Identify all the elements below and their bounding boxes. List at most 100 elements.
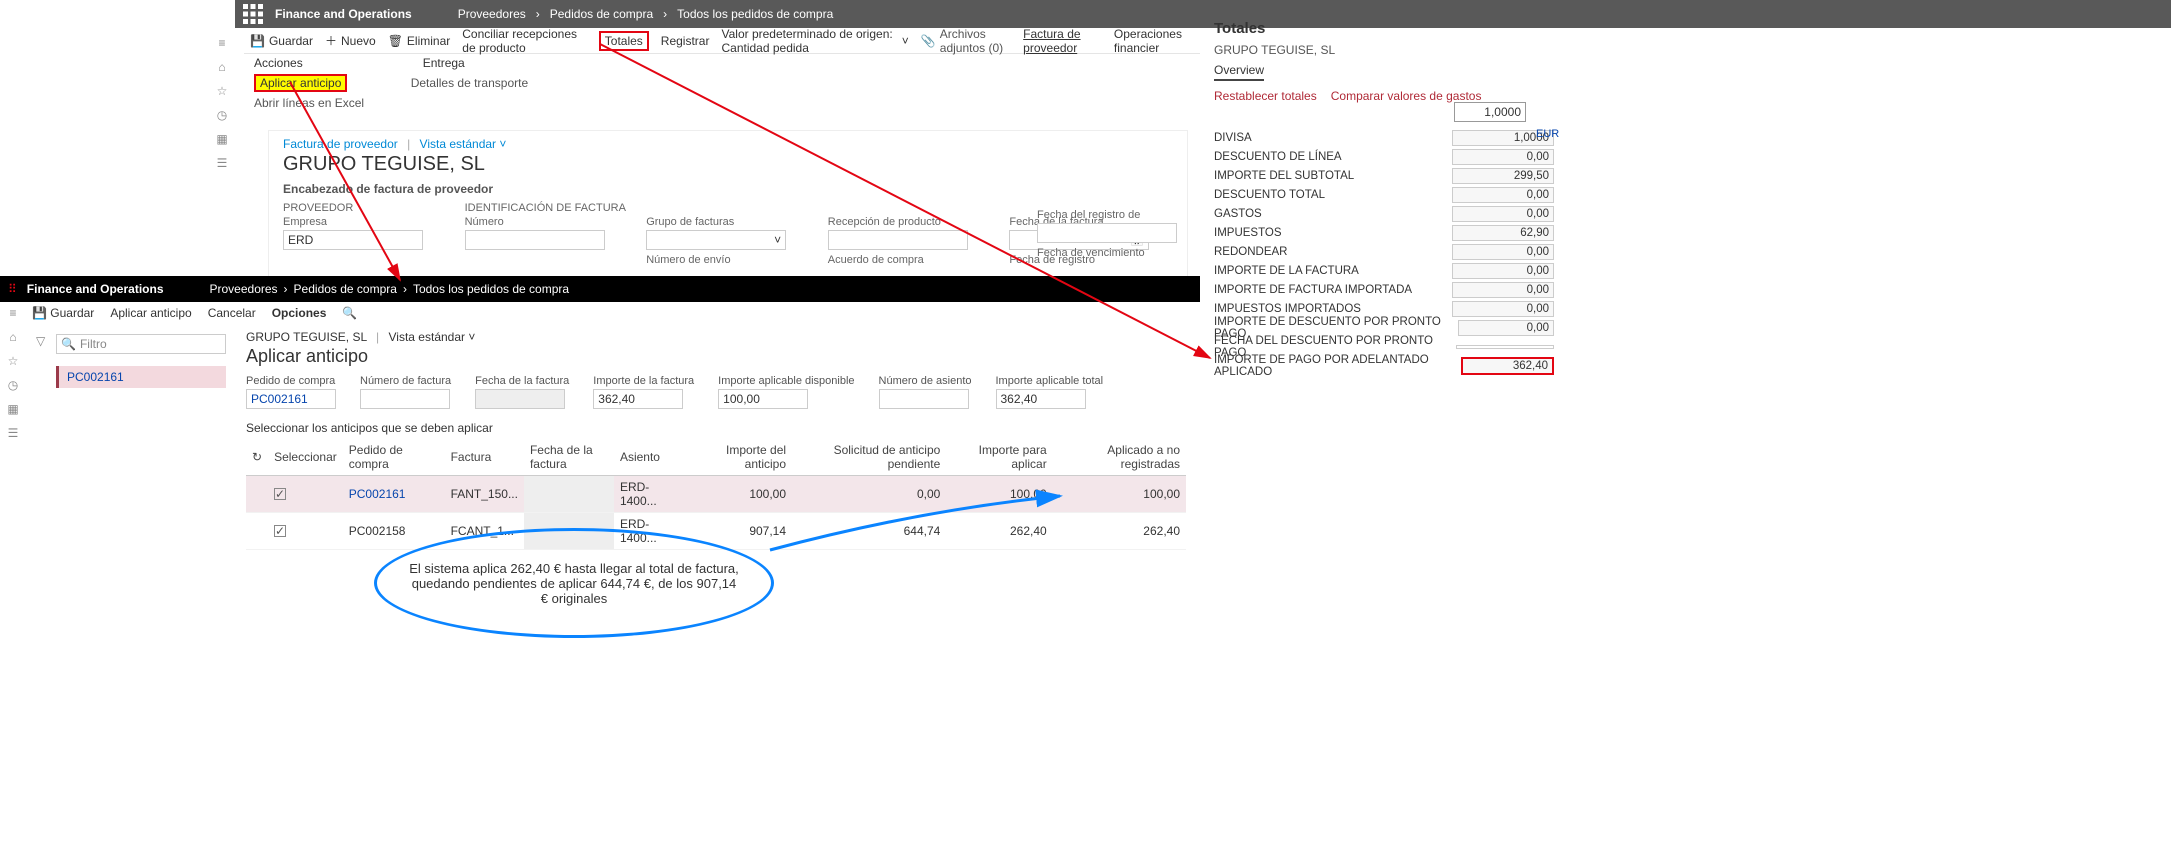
overview-tab[interactable]: Overview [1214, 63, 1264, 81]
chevron-right-icon: › [663, 7, 667, 21]
cell-apply: 100,00 [946, 476, 1052, 513]
number-input[interactable] [465, 230, 605, 250]
currency-link[interactable]: EUR [1536, 128, 1559, 140]
apply-prepayment-link[interactable]: Aplicar anticipo [254, 74, 347, 92]
grid-icon[interactable]: ▦ [216, 132, 227, 146]
filter-icon[interactable]: ▽ [36, 334, 45, 348]
cell-date [524, 476, 614, 513]
chevron-right-icon: › [284, 282, 288, 296]
table-row[interactable]: ✓ PC002161 FANT_150... ERD-1400... 100,0… [246, 476, 1186, 513]
reconcile-button[interactable]: Conciliar recepciones de producto [462, 27, 587, 55]
totals-button[interactable]: Totales [599, 31, 649, 51]
trow-value: 0,00 [1458, 320, 1554, 336]
cancel-button[interactable]: Cancelar [208, 306, 256, 320]
col-invoice[interactable]: Factura [445, 439, 524, 476]
invno-input[interactable] [360, 389, 450, 409]
list-icon[interactable]: ☰ [217, 156, 228, 170]
app-title-2: Finance and Operations [27, 282, 164, 296]
register-button[interactable]: Registrar [661, 34, 710, 48]
col-date[interactable]: Fecha de la factura [524, 439, 614, 476]
waffle-icon[interactable]: ⠿ [8, 282, 17, 296]
avail-input[interactable]: 100,00 [718, 389, 808, 409]
company-input[interactable]: ERD [283, 230, 423, 250]
save-button-2[interactable]: 💾 Guardar [32, 306, 94, 320]
reset-totals-link[interactable]: Restablecer totales [1214, 89, 1317, 103]
group-select[interactable]: ˅ [646, 230, 786, 250]
reg-rec-label: Fecha del registro de [1037, 209, 1177, 221]
breadcrumb-2b[interactable]: Pedidos de compra [294, 282, 397, 296]
tot-input[interactable]: 362,40 [996, 389, 1086, 409]
breadcrumb-3[interactable]: Todos los pedidos de compra [677, 7, 833, 21]
home-icon[interactable]: ⌂ [218, 60, 225, 74]
home-icon[interactable]: ⌂ [9, 330, 16, 344]
po-label: Pedido de compra [246, 375, 336, 387]
breadcrumb-1[interactable]: Proveedores [458, 7, 526, 21]
chevron-right-icon: › [403, 282, 407, 296]
apply-title: Aplicar anticipo [246, 346, 1190, 367]
open-excel-link[interactable]: Abrir líneas en Excel [244, 94, 1200, 112]
nav-item-po[interactable]: PC002161 [56, 366, 226, 388]
breadcrumb-3b[interactable]: Todos los pedidos de compra [413, 282, 569, 296]
recv-label: Recepción de producto [828, 216, 992, 228]
page-title: GRUPO TEGUISE, SL [283, 153, 1173, 176]
app-title: Finance and Operations [275, 7, 412, 21]
clock-icon[interactable]: ◷ [217, 108, 227, 122]
left-rail-bottom: ≡ ⌂ ☆ ◷ ▦ ☰ [0, 302, 26, 440]
filter-input[interactable]: 🔍 Filtro [56, 334, 226, 354]
list-icon[interactable]: ☰ [8, 426, 19, 440]
search-icon[interactable]: 🔍 [342, 306, 357, 320]
sep: | [376, 330, 379, 344]
fin-ops-link[interactable]: Operaciones financier [1114, 27, 1194, 55]
col-voucher[interactable]: Asiento [614, 439, 687, 476]
totals-panel: Totales GRUPO TEGUISE, SL Overview Resta… [1214, 20, 1554, 111]
origin-dropdown[interactable]: Valor predeterminado de origen: Cantidad… [721, 27, 908, 55]
col-select[interactable]: Seleccionar [268, 439, 343, 476]
company-label: Empresa [283, 216, 447, 228]
cell-po[interactable]: PC002161 [343, 476, 445, 513]
col-pending[interactable]: Solicitud de anticipo pendiente [792, 439, 946, 476]
left-rail-top: ≡ ⌂ ☆ ◷ ▦ ☰ [210, 0, 234, 540]
grid-icon[interactable]: ▦ [7, 402, 18, 416]
voucher-label: Número de asiento [879, 375, 972, 387]
star-icon[interactable]: ☆ [8, 354, 19, 368]
checkbox-icon[interactable]: ✓ [274, 488, 286, 500]
transport-details-link[interactable]: Detalles de transporte [411, 76, 528, 90]
col-applied[interactable]: Aplicado a no registradas [1053, 439, 1186, 476]
clock-icon[interactable]: ◷ [8, 378, 18, 392]
black-header: ⠿ Finance and Operations Proveedores › P… [0, 276, 1200, 302]
vendor-invoice-link[interactable]: Factura de proveedor [1023, 27, 1102, 55]
delete-button[interactable]: 🗑 Eliminar [388, 34, 451, 48]
exchange-rate-input[interactable]: 1,0000 [1454, 102, 1526, 122]
trow-label: IMPUESTOS IMPORTADOS [1214, 303, 1361, 315]
save-button[interactable]: 💾 Guardar [250, 34, 313, 48]
new-button[interactable]: ＋ Nuevo [325, 32, 376, 49]
checkbox-icon[interactable]: ✓ [274, 525, 286, 537]
breadcrumb-2[interactable]: Pedidos de compra [550, 7, 653, 21]
view-selector[interactable]: Vista estándar ˅ [420, 137, 507, 151]
voucher-input[interactable] [879, 389, 969, 409]
date-input[interactable] [475, 389, 565, 409]
amt-input[interactable]: 362,40 [593, 389, 683, 409]
card-crumb[interactable]: Factura de proveedor [283, 137, 398, 151]
cell-apply: 262,40 [946, 513, 1052, 550]
reg-rec-input[interactable] [1037, 223, 1177, 243]
col-po[interactable]: Pedido de compra [343, 439, 445, 476]
compare-link[interactable]: Comparar valores de gastos [1331, 89, 1482, 103]
breadcrumb-1b[interactable]: Proveedores [210, 282, 278, 296]
apply-prepay-2[interactable]: Aplicar anticipo [110, 306, 191, 320]
menu-icon[interactable]: ≡ [218, 36, 225, 50]
refresh-icon[interactable]: ↻ [246, 439, 268, 476]
options-button[interactable]: Opciones [272, 306, 327, 320]
col-apply[interactable]: Importe para aplicar [946, 439, 1052, 476]
po-input[interactable]: PC002161 [246, 389, 336, 409]
cell-pend: 0,00 [792, 476, 946, 513]
trow-label: DESCUENTO DE LÍNEA [1214, 151, 1342, 163]
view-selector-2[interactable]: Vista estándar ˅ [389, 330, 476, 344]
star-icon[interactable]: ☆ [217, 84, 228, 98]
recv-input[interactable] [828, 230, 968, 250]
trow-label: IMPORTE DEL SUBTOTAL [1214, 170, 1354, 182]
attachments-link[interactable]: 📎 Archivos adjuntos (0) [921, 27, 1011, 55]
col-prepay[interactable]: Importe del anticipo [687, 439, 792, 476]
menu-icon[interactable]: ≡ [9, 306, 16, 320]
waffle-icon[interactable] [243, 4, 263, 24]
